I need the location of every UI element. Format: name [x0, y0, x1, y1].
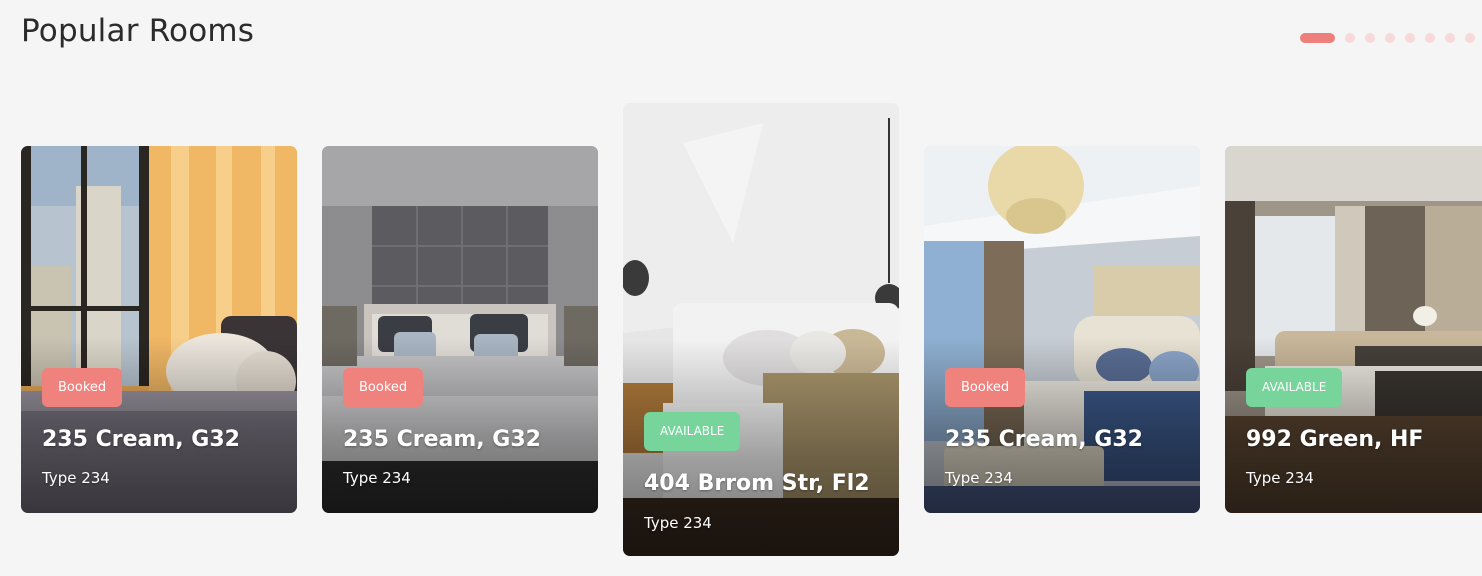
- room-card[interactable]: Booked 235 Cream, G32 Type 234: [924, 146, 1200, 513]
- room-name: 235 Cream, G32: [343, 427, 541, 452]
- status-badge: AVAILABLE: [1246, 368, 1343, 407]
- status-badge: Booked: [945, 368, 1026, 407]
- pagination-dot[interactable]: [1465, 33, 1475, 43]
- room-card-featured[interactable]: AVAILABLE 404 Brrom Str, Fl2 Type 234: [623, 103, 899, 556]
- room-type: Type 234: [945, 469, 1013, 487]
- pagination-dot[interactable]: [1445, 33, 1455, 43]
- status-badge: Booked: [42, 368, 123, 407]
- pagination-dot[interactable]: [1365, 33, 1375, 43]
- room-type: Type 234: [1246, 469, 1314, 487]
- pagination-dot[interactable]: [1385, 33, 1395, 43]
- room-type: Type 234: [343, 469, 411, 487]
- room-card[interactable]: AVAILABLE 992 Green, HF Type 234: [1225, 146, 1482, 513]
- room-name: 404 Brrom Str, Fl2: [644, 471, 870, 496]
- room-name: 235 Cream, G32: [945, 427, 1143, 452]
- room-card[interactable]: Booked 235 Cream, G32 Type 234: [21, 146, 297, 513]
- pagination-dot[interactable]: [1345, 33, 1355, 43]
- pagination-dot[interactable]: [1405, 33, 1415, 43]
- pagination-dot[interactable]: [1425, 33, 1435, 43]
- room-card[interactable]: Booked 235 Cream, G32 Type 234: [322, 146, 598, 513]
- room-type: Type 234: [644, 514, 712, 532]
- section-title: Popular Rooms: [21, 13, 255, 49]
- pagination-dot-active[interactable]: [1300, 33, 1335, 43]
- status-badge: Booked: [343, 368, 424, 407]
- room-name: 992 Green, HF: [1246, 427, 1424, 452]
- room-type: Type 234: [42, 469, 110, 487]
- room-name: 235 Cream, G32: [42, 427, 240, 452]
- status-badge: AVAILABLE: [644, 412, 741, 451]
